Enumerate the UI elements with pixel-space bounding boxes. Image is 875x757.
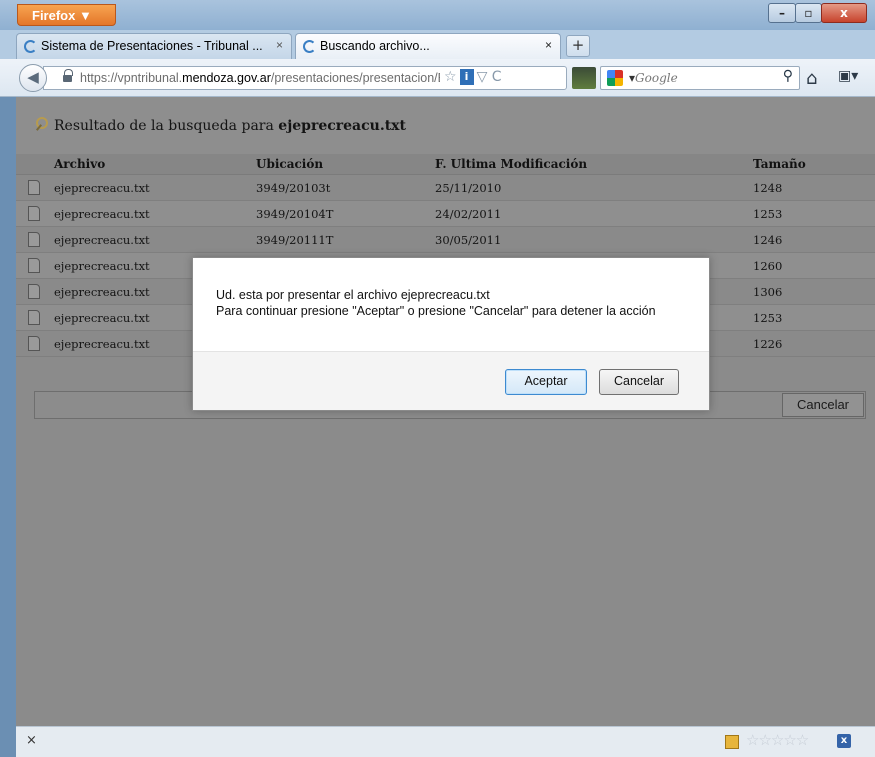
navigation-bar: https://vpntribunal.mendoza.gov.ar/prese… bbox=[0, 59, 875, 97]
file-icon bbox=[28, 336, 40, 351]
search-input[interactable]: Google bbox=[629, 71, 678, 85]
back-arrow-icon: ◀ bbox=[27, 68, 39, 86]
file-icon bbox=[28, 206, 40, 221]
cell-tamano: 1246 bbox=[753, 233, 783, 247]
cell-archivo: ejeprecreacu.txt bbox=[54, 207, 150, 221]
lock-icon bbox=[63, 69, 73, 83]
maximize-icon: ▫ bbox=[804, 6, 813, 20]
dialog-message-line-1: Ud. esta por presentar el archivo ejepre… bbox=[216, 288, 490, 302]
cell-archivo: ejeprecreacu.txt bbox=[54, 285, 150, 299]
magnifier-icon bbox=[36, 117, 50, 131]
table-row[interactable]: ejeprecreacu.txt 3949/20103t 25/11/2010 124… bbox=[16, 175, 875, 201]
file-icon bbox=[28, 310, 40, 325]
cancelar-button[interactable]: Cancelar bbox=[599, 369, 679, 395]
page-title: Resultado de la busqueda para ejeprecrea… bbox=[36, 117, 406, 134]
home-icon[interactable]: ⌂ bbox=[806, 68, 817, 89]
cell-tamano: 1260 bbox=[753, 259, 783, 273]
aceptar-button[interactable]: Aceptar bbox=[505, 369, 587, 395]
url-path: /presentaciones/presentacion/Bu bbox=[270, 71, 440, 85]
column-header-fecha: F. Ultima Modificación bbox=[435, 157, 588, 171]
cell-tamano: 1226 bbox=[753, 337, 783, 351]
cell-tamano: 1306 bbox=[753, 285, 783, 299]
cell-ubicacion: 3949/20111T bbox=[256, 233, 334, 247]
file-icon bbox=[28, 232, 40, 247]
file-icon bbox=[28, 180, 40, 195]
title-prefix: Resultado de la busqueda para bbox=[54, 118, 279, 134]
minimize-button[interactable]: – bbox=[768, 3, 796, 23]
column-header-tamano: Tamaño bbox=[753, 157, 806, 171]
cell-archivo: ejeprecreacu.txt bbox=[54, 259, 150, 273]
url-bar[interactable]: https://vpntribunal.mendoza.gov.ar/prese… bbox=[43, 66, 567, 90]
cell-archivo: ejeprecreacu.txt bbox=[54, 233, 150, 247]
rating-stars-icon[interactable]: ☆☆☆☆☆ bbox=[746, 731, 809, 749]
tab-sistema-presentaciones[interactable]: Sistema de Presentaciones - Tribunal ...… bbox=[16, 33, 292, 59]
title-search-term: ejeprecreacu.txt bbox=[278, 118, 406, 134]
table-row[interactable]: ejeprecreacu.txt 3949/20111T 30/05/2011 124… bbox=[16, 227, 875, 253]
cell-archivo: ejeprecreacu.txt bbox=[54, 181, 150, 195]
tab-label: Buscando archivo... bbox=[320, 39, 430, 53]
table-row[interactable]: ejeprecreacu.txt 3949/20104T 24/02/2011 125… bbox=[16, 201, 875, 227]
page-content: Resultado de la busqueda para ejeprecrea… bbox=[16, 97, 875, 726]
back-button[interactable]: ◀ bbox=[19, 64, 47, 92]
close-addon-bar-icon[interactable]: × bbox=[26, 733, 37, 748]
url-prefix: https://vpntribunal. bbox=[80, 71, 183, 85]
url-text[interactable]: https://vpntribunal.mendoza.gov.ar/prese… bbox=[80, 71, 440, 85]
reload-icon[interactable]: ▽ C bbox=[477, 69, 502, 85]
cell-fecha: 25/11/2010 bbox=[435, 181, 502, 195]
dialog-footer: Aceptar Cancelar bbox=[193, 351, 709, 410]
info-icon[interactable]: i bbox=[459, 69, 474, 85]
tab-strip: Sistema de Presentaciones - Tribunal ...… bbox=[0, 30, 875, 59]
cell-tamano: 1253 bbox=[753, 207, 783, 221]
cell-tamano: 1248 bbox=[753, 181, 783, 195]
cell-ubicacion: 3949/20104T bbox=[256, 207, 334, 221]
new-tab-button[interactable]: + bbox=[566, 35, 590, 57]
file-icon bbox=[28, 284, 40, 299]
bookmark-star-icon[interactable]: ☆ bbox=[444, 69, 457, 85]
url-domain: mendoza.gov.ar bbox=[182, 71, 271, 85]
cell-fecha: 24/02/2011 bbox=[435, 207, 502, 221]
page-cancel-button[interactable]: Cancelar bbox=[782, 393, 864, 417]
window-titlebar: Firefox ▼ – ▫ x bbox=[0, 0, 875, 30]
x-addon-icon[interactable]: x bbox=[837, 734, 851, 748]
loading-icon bbox=[303, 40, 316, 53]
tab-close-icon[interactable]: × bbox=[545, 38, 552, 52]
column-header-ubicacion: Ubicación bbox=[256, 157, 324, 171]
dialog-message-line-2: Para continuar presione "Aceptar" o pres… bbox=[216, 304, 656, 318]
cell-tamano: 1253 bbox=[753, 311, 783, 325]
file-icon bbox=[28, 258, 40, 273]
tab-close-icon[interactable]: × bbox=[276, 38, 283, 52]
search-bar[interactable]: Google ⚲ bbox=[600, 66, 800, 90]
confirm-dialog: Ud. esta por presentar el archivo ejepre… bbox=[192, 257, 710, 411]
maximize-button[interactable]: ▫ bbox=[795, 3, 822, 23]
addon-icon[interactable] bbox=[725, 735, 739, 749]
minimize-icon: – bbox=[779, 6, 785, 20]
tab-label: Sistema de Presentaciones - Tribunal ... bbox=[41, 39, 263, 53]
status-bar: × ☆☆☆☆☆ x bbox=[16, 726, 875, 757]
close-window-button[interactable]: x bbox=[821, 3, 867, 23]
close-icon: x bbox=[840, 6, 848, 20]
google-icon[interactable] bbox=[607, 70, 623, 86]
table-header: Archivo Ubicación F. Ultima Modificación… bbox=[16, 154, 875, 175]
loading-icon bbox=[24, 40, 37, 53]
column-header-archivo: Archivo bbox=[54, 157, 106, 171]
bookmarks-menu-icon[interactable]: ▣▾ bbox=[838, 68, 858, 84]
cell-ubicacion: 3949/20103t bbox=[256, 181, 331, 195]
dialog-body: Ud. esta por presentar el archivo ejepre… bbox=[193, 258, 709, 352]
tab-buscando-archivo[interactable]: Buscando archivo... × bbox=[295, 33, 561, 59]
cell-fecha: 30/05/2011 bbox=[435, 233, 502, 247]
search-icon[interactable]: ⚲ bbox=[783, 68, 793, 84]
results-header: Resultado de la busqueda para ejeprecrea… bbox=[16, 97, 875, 154]
cell-archivo: ejeprecreacu.txt bbox=[54, 337, 150, 351]
cell-archivo: ejeprecreacu.txt bbox=[54, 311, 150, 325]
firefox-menu-button[interactable]: Firefox ▼ bbox=[17, 4, 116, 26]
extension-icon[interactable] bbox=[572, 67, 596, 89]
url-actions: ☆ i ▽ C bbox=[444, 69, 502, 85]
